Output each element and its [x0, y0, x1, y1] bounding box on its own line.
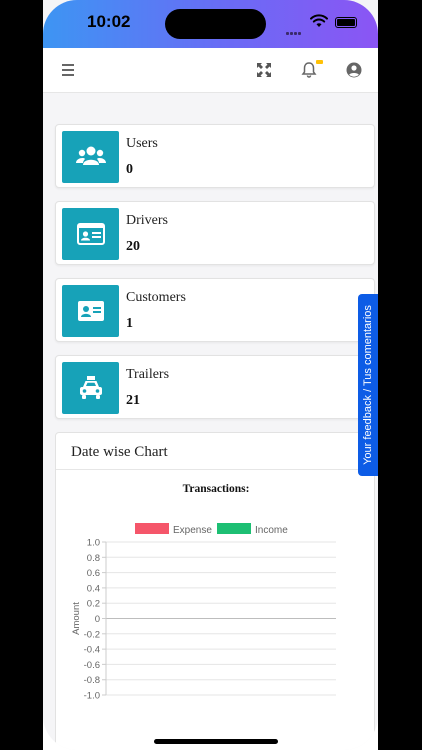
- y-tick-label: 1.0: [87, 538, 100, 549]
- stat-label-drivers: Drivers: [126, 213, 168, 228]
- stat-card-trailers[interactable]: Trailers 21: [55, 355, 375, 419]
- id-card-icon: [76, 223, 105, 245]
- y-tick-label: -0.4: [84, 645, 100, 656]
- stat-value-drivers: 20: [126, 239, 140, 254]
- users-icon-box: [62, 131, 119, 183]
- trailers-icon-box: [62, 362, 119, 414]
- y-tick-label: 0: [95, 614, 100, 625]
- stat-value-users: 0: [126, 162, 133, 177]
- device-bezel-right: [378, 0, 422, 750]
- stat-label-customers: Customers: [126, 290, 186, 305]
- stat-value-customers: 1: [126, 316, 133, 331]
- y-tick-label: -1.0: [84, 691, 100, 702]
- stat-card-users[interactable]: Users 0: [55, 124, 375, 188]
- device-bezel-left: [0, 0, 43, 750]
- y-tick-label: 0.4: [87, 583, 100, 594]
- feedback-tab-label: Your feedback / Tus comentarios: [362, 305, 374, 465]
- feedback-tab[interactable]: Your feedback / Tus comentarios: [358, 294, 378, 476]
- chart-title: Transactions:: [183, 483, 250, 495]
- user-circle-icon[interactable]: [345, 61, 363, 79]
- home-indicator[interactable]: [154, 739, 278, 744]
- address-card-icon: [77, 301, 104, 321]
- chart-card-title: Date wise Chart: [56, 433, 374, 470]
- transactions-chart: Transactions: Expense Income 1.0 0.8 0.6 0.4 0.…: [71, 483, 336, 702]
- notification-badge: [316, 60, 323, 64]
- stat-label-trailers: Trailers: [126, 367, 170, 382]
- status-time: 10:02: [87, 12, 131, 31]
- cellular-signal-icon: [286, 22, 304, 35]
- stat-card-customers[interactable]: Customers 1: [55, 278, 375, 342]
- app-screen: 10:02 Users 0 Drivers 20 Customers 1 Tra…: [43, 0, 378, 750]
- top-navbar: [43, 48, 378, 93]
- battery-icon: [335, 17, 357, 28]
- status-bar: 10:02: [43, 0, 378, 48]
- y-axis-label: Amount: [71, 602, 82, 635]
- date-wise-chart-card: Date wise Chart Transactions: Expense Inco…: [55, 432, 375, 750]
- y-tick-label: 0.2: [87, 599, 100, 610]
- users-icon: [75, 146, 106, 165]
- fullscreen-icon[interactable]: [255, 61, 273, 79]
- taxi-icon: [79, 376, 102, 399]
- legend-swatch-expense: [135, 523, 169, 534]
- y-tick-label: -0.2: [84, 629, 100, 640]
- stat-card-drivers[interactable]: Drivers 20: [55, 201, 375, 265]
- hamburger-menu-icon[interactable]: [61, 61, 79, 79]
- y-tick-label: 0.6: [87, 568, 100, 579]
- legend-label-income: Income: [255, 525, 288, 536]
- drivers-icon-box: [62, 208, 119, 260]
- legend-label-expense: Expense: [173, 525, 212, 536]
- dynamic-island: [165, 9, 266, 39]
- y-tick-label: -0.8: [84, 675, 100, 686]
- legend-swatch-income: [217, 523, 251, 534]
- y-tick-label: -0.6: [84, 660, 100, 671]
- customers-icon-box: [62, 285, 119, 337]
- wifi-icon: [310, 14, 328, 27]
- stat-label-users: Users: [126, 136, 158, 151]
- stat-value-trailers: 21: [126, 393, 140, 408]
- y-tick-label: 0.8: [87, 553, 100, 564]
